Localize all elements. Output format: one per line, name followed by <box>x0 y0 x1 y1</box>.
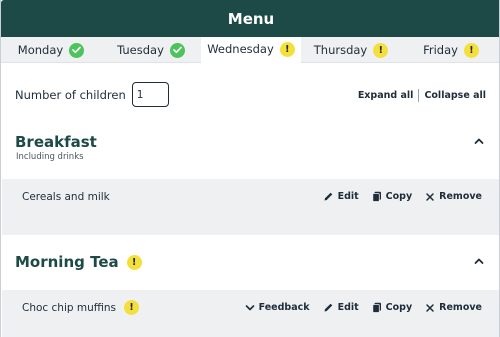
children-count-label: Number of children <box>15 87 126 102</box>
list-item: Cereals and milk Edit Copy Remove <box>2 179 499 235</box>
item-name: Cereals and milk <box>22 191 110 203</box>
tab-label: Friday <box>423 43 458 57</box>
list-item: Choc chip muffins ! Feedback Edit Copy R… <box>2 290 499 337</box>
pencil-icon <box>324 303 332 312</box>
section-title: Breakfast <box>15 133 97 151</box>
expand-collapse-controls: Expand all Collapse all <box>358 89 486 102</box>
copy-icon <box>372 302 381 313</box>
warning-icon: ! <box>463 42 479 58</box>
copy-button[interactable]: Copy <box>372 191 413 202</box>
section-title: Morning Tea <box>15 253 119 271</box>
children-count-input[interactable] <box>131 82 169 107</box>
edit-label: Edit <box>337 302 359 313</box>
section-header-morning-tea[interactable]: Morning Tea ! <box>15 253 142 271</box>
pencil-icon <box>324 192 332 201</box>
edit-label: Edit <box>337 191 359 202</box>
copy-button[interactable]: Copy <box>372 302 413 313</box>
children-count-row: Number of children <box>15 82 169 107</box>
warning-icon: ! <box>124 300 140 315</box>
menu-title: Menu <box>227 9 275 28</box>
feedback-label: Feedback <box>258 302 310 313</box>
section-header-breakfast[interactable]: Breakfast <box>15 133 97 151</box>
item-actions: Feedback Edit Copy Remove <box>245 302 482 313</box>
item-label-wrap: Cereals and milk <box>22 191 110 203</box>
remove-button[interactable]: Remove <box>425 302 482 313</box>
warning-icon: ! <box>126 254 142 270</box>
tab-friday[interactable]: Friday ! <box>401 37 499 63</box>
menu-panel: Menu Monday Tuesday Wednesday ! Thursday… <box>0 0 500 337</box>
expand-all-button[interactable]: Expand all <box>358 90 414 101</box>
remove-label: Remove <box>439 302 482 313</box>
tab-label: Tuesday <box>117 43 164 57</box>
close-icon <box>426 192 434 201</box>
divider <box>418 89 420 102</box>
item-label-wrap: Choc chip muffins ! <box>22 300 140 315</box>
copy-icon <box>372 191 381 202</box>
menu-header: Menu <box>1 0 499 37</box>
tab-label: Wednesday <box>207 42 274 56</box>
warning-icon: ! <box>373 42 389 58</box>
edit-button[interactable]: Edit <box>323 302 359 313</box>
chevron-down-icon <box>245 304 254 310</box>
warning-icon: ! <box>279 41 295 57</box>
edit-button[interactable]: Edit <box>323 191 359 202</box>
tab-thursday[interactable]: Thursday ! <box>301 37 401 63</box>
tab-tuesday[interactable]: Tuesday <box>101 37 201 63</box>
check-icon <box>69 42 85 58</box>
tab-monday[interactable]: Monday <box>1 37 101 63</box>
feedback-button[interactable]: Feedback <box>245 302 310 313</box>
day-tabs: Monday Tuesday Wednesday ! Thursday ! Fr… <box>1 37 499 63</box>
tab-wednesday[interactable]: Wednesday ! <box>201 37 301 63</box>
check-icon <box>169 42 185 58</box>
close-icon <box>426 303 434 312</box>
collapse-all-button[interactable]: Collapse all <box>424 90 486 101</box>
copy-label: Copy <box>385 191 413 202</box>
item-actions: Edit Copy Remove <box>323 191 482 202</box>
copy-label: Copy <box>385 302 413 313</box>
item-name: Choc chip muffins <box>22 301 117 314</box>
chevron-up-icon[interactable] <box>473 256 485 266</box>
chevron-up-icon[interactable] <box>473 136 485 146</box>
section-subtitle: Including drinks <box>16 152 84 162</box>
tab-label: Monday <box>17 43 64 57</box>
tab-label: Thursday <box>313 43 368 57</box>
remove-label: Remove <box>439 191 482 202</box>
remove-button[interactable]: Remove <box>425 191 482 202</box>
